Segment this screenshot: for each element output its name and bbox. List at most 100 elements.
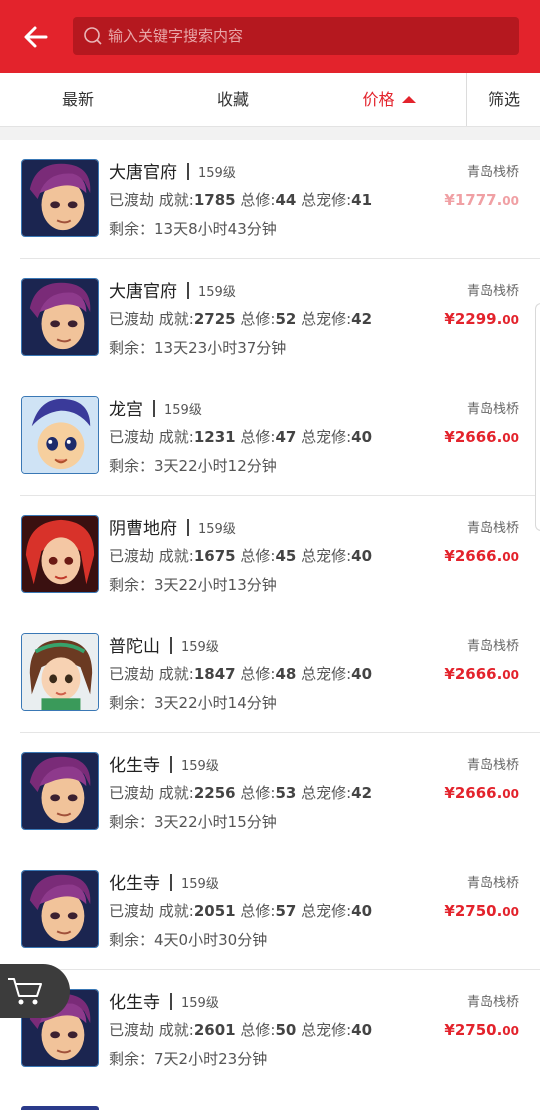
server-name: 青岛栈桥 — [466, 639, 519, 654]
search-placeholder: 输入关键字搜索内容 — [108, 27, 244, 45]
pet-cultivation-value: 41 — [351, 191, 373, 209]
title-separator — [153, 400, 155, 417]
cart-button[interactable] — [0, 964, 70, 1018]
price: ¥2666.00 — [444, 427, 519, 448]
stats-prefix: 已渡劫 — [109, 309, 155, 328]
level-label: 159级 — [181, 995, 219, 1011]
list-item[interactable]: 普陀山 159级 已渡劫 成就:1847 总修:48 总宠修:40 剩余：3天22小时… — [0, 614, 540, 733]
price-decimal: 00 — [502, 905, 519, 919]
remaining-label: 剩余： — [109, 457, 155, 475]
achievement-label: 成就: — [158, 665, 194, 683]
role-stats: 已渡劫 成就:2051 总修:57 总宠修:40 — [109, 901, 372, 921]
remaining-time: 剩余：7天2小时23分钟 — [109, 1049, 267, 1069]
role-stats: 已渡劫 成就:2725 总修:52 总宠修:42 — [109, 309, 372, 329]
swordsman-icon — [21, 751, 99, 830]
list-item[interactable]: 化生寺 159级 已渡劫 成就:2601 总修:50 总宠修:40 剩余：7天2小时2… — [0, 970, 540, 1089]
level-label: 159级 — [198, 284, 236, 300]
tab-filter[interactable]: 筛选 — [476, 73, 532, 126]
stats-prefix: 已渡劫 — [109, 428, 155, 446]
list-item[interactable]: 化生寺 159级 已渡劫 成就:2051 总修:57 总宠修:40 剩余：4天0小时3… — [0, 851, 540, 970]
redhair-girl-icon — [21, 514, 99, 593]
remaining-value: 3天22小时15分钟 — [154, 812, 277, 831]
tab-latest[interactable]: 最新 — [28, 73, 128, 126]
cultivation-value: 57 — [275, 902, 297, 920]
role-stats: 已渡劫 成就:1231 总修:47 总宠修:40 — [109, 427, 372, 447]
price: ¥2666.00 — [444, 783, 519, 804]
school-name: 阴曹地府 — [109, 518, 177, 539]
achievement-label: 成就: — [158, 191, 194, 209]
achievement-label: 成就: — [158, 428, 194, 446]
remaining-label: 剩余： — [109, 220, 155, 238]
pet-cultivation-label: 总宠修: — [301, 783, 352, 802]
list-item[interactable]: 大唐官府 159级已渡劫 成就:2725 总修:52 总宠修:42 剩余：13天23… — [0, 259, 540, 378]
remaining-value: 3天22小时13分钟 — [154, 575, 277, 594]
price-integer: ¥2666. — [444, 665, 503, 683]
title-separator — [187, 281, 189, 299]
stats-prefix: 已渡劫 — [109, 902, 155, 920]
search-input[interactable]: 输入关键字搜索内容 — [73, 17, 519, 55]
price: ¥2666.00 — [444, 664, 519, 685]
price: ¥2666.00 — [444, 546, 519, 567]
remaining-label: 剩余： — [109, 338, 155, 357]
sort-ascending-icon — [401, 96, 416, 103]
title-separator — [170, 992, 172, 1010]
achievement-label: 成就: — [158, 1020, 194, 1039]
swordsman-icon — [21, 159, 99, 237]
remaining-time: 剩余：13天8小时43分钟 — [109, 219, 277, 239]
role-title: 化生寺 159级 — [109, 992, 219, 1015]
list-item[interactable]: 阴曹地府 159级 已渡劫 成就:1675 总修:45 总宠修:40 剩余：3天22小… — [0, 496, 540, 615]
tab-price[interactable]: 价格 — [339, 73, 439, 126]
cart-icon — [8, 978, 42, 1005]
price-integer: ¥2299. — [444, 309, 503, 328]
remaining-label: 剩余： — [109, 812, 155, 831]
level-label: 159级 — [181, 877, 219, 892]
pet-cultivation-label: 总宠修: — [301, 309, 352, 328]
pet-cultivation-value: 40 — [351, 546, 373, 565]
achievement-label: 成就: — [158, 783, 194, 802]
cultivation-label: 总修: — [240, 428, 276, 446]
role-list: 大唐官府 159级 已渡劫 成就:1785 总修:44 总宠修:41 剩余：13天8小… — [0, 140, 540, 1088]
achievement-value: 2601 — [193, 1020, 236, 1039]
role-stats: 已渡劫 成就:1785 总修:44 总宠修:41 — [109, 190, 372, 210]
achievement-value: 1785 — [193, 191, 236, 209]
role-title: 化生寺 159级 — [109, 873, 219, 896]
back-arrow-icon[interactable] — [18, 20, 54, 54]
stats-prefix: 已渡劫 — [109, 1020, 155, 1039]
cultivation-label: 总修: — [240, 783, 276, 802]
role-title: 大唐官府 159级 — [109, 162, 236, 185]
stats-prefix: 已渡劫 — [109, 191, 155, 209]
tab-price-label: 价格 — [362, 90, 395, 109]
stats-prefix: 已渡劫 — [109, 783, 155, 802]
remaining-value: 13天8小时43分钟 — [154, 220, 277, 238]
pet-cultivation-label: 总宠修: — [301, 902, 352, 920]
achievement-label: 成就: — [158, 546, 194, 565]
role-title: 大唐官府 159级 — [109, 281, 236, 304]
server-name: 青岛栈桥 — [466, 283, 519, 299]
pet-cultivation-value: 40 — [351, 665, 373, 683]
list-item[interactable]: 化生寺 159级 已渡劫 成就:2256 总修:53 总宠修:42 剩余：3天22小时… — [0, 733, 540, 852]
price-decimal: 00 — [502, 549, 519, 564]
pet-cultivation-label: 总宠修: — [301, 546, 352, 565]
cultivation-label: 总修: — [240, 902, 276, 920]
server-name: 青岛栈桥 — [466, 402, 519, 417]
tab-favorites[interactable]: 收藏 — [183, 73, 283, 126]
list-item[interactable]: 龙宫 159级 已渡劫 成就:1231 总修:47 总宠修:40 剩余：3天22小时1… — [0, 377, 540, 496]
price: ¥1777.00 — [444, 190, 519, 211]
list-item[interactable]: 大唐官府 159级已渡劫 成就:1785 总修:44 总宠修:41 剩余：13天8小… — [0, 140, 540, 259]
level-label: 159级 — [164, 403, 202, 418]
side-drawer-handle[interactable] — [535, 303, 540, 531]
cultivation-value: 45 — [275, 546, 297, 565]
cultivation-value: 53 — [275, 783, 297, 802]
price-decimal: 00 — [502, 786, 519, 801]
girl-icon — [21, 633, 99, 711]
role-stats: 已渡劫 成就:1847 总修:48 总宠修:40 — [109, 664, 372, 684]
price-integer: ¥2750. — [444, 902, 503, 920]
pet-cultivation-value: 42 — [351, 309, 373, 328]
school-name: 化生寺 — [109, 874, 160, 894]
price-integer: ¥1777. — [444, 191, 503, 209]
price: ¥2299.00 — [444, 309, 519, 330]
remaining-time: 剩余：3天22小时13分钟 — [109, 575, 277, 595]
pet-cultivation-value: 40 — [351, 428, 373, 446]
next-avatar-peek — [21, 1106, 99, 1110]
remaining-time: 剩余：13天23小时37分钟 — [109, 338, 286, 358]
